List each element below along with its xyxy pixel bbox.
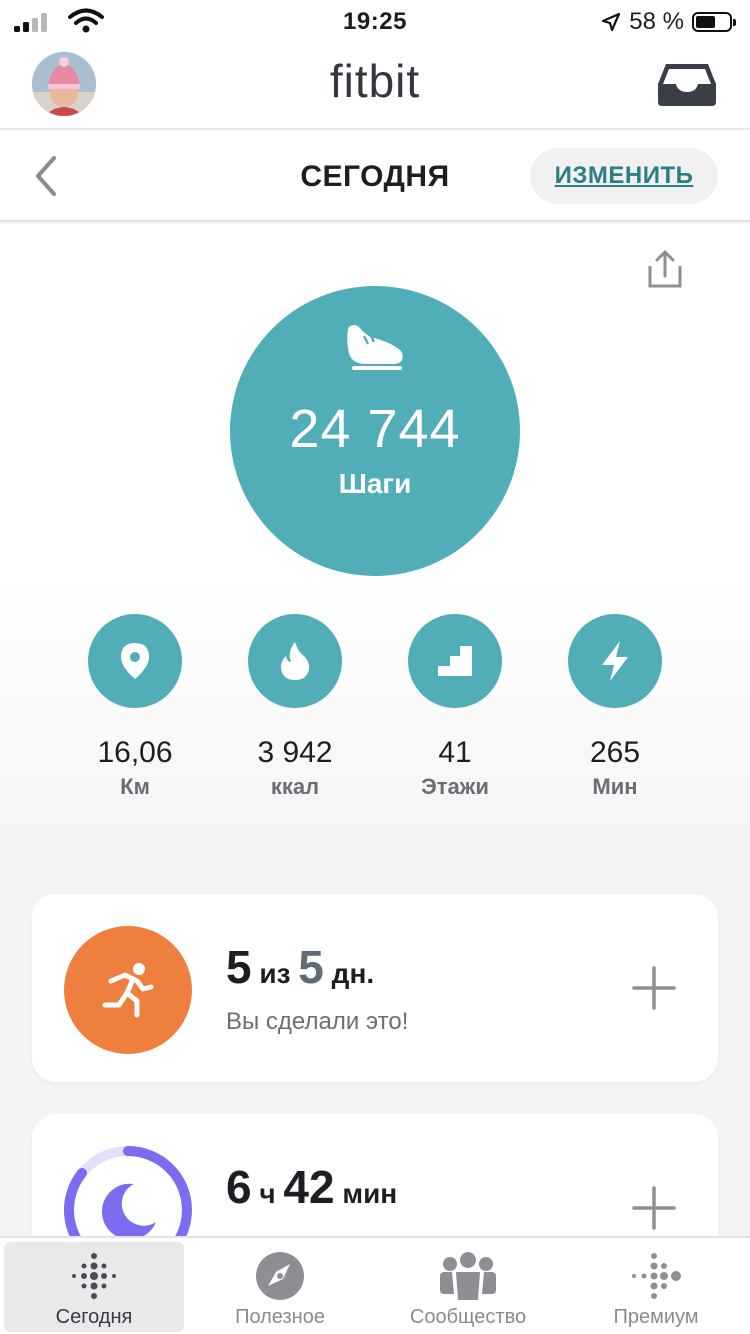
exercise-icon-circle [64, 926, 192, 1054]
stat-bubble [568, 614, 662, 708]
stairs-icon [438, 646, 472, 676]
tab-premium[interactable]: Премиум [566, 1242, 746, 1332]
app-logo: fitbit [329, 55, 421, 107]
shoe-icon [347, 325, 403, 370]
exercise-card[interactable]: 5 из 5 дн. Вы сделали это! [32, 894, 718, 1082]
location-arrow-icon [602, 12, 621, 32]
tab-label: Сообщество [409, 1306, 527, 1328]
stat-calories[interactable]: 3 942 ккал [225, 614, 365, 800]
stat-floors[interactable]: 41 Этажи [385, 614, 525, 800]
battery-percent: 58 % [629, 8, 684, 35]
location-pin-icon [121, 643, 149, 679]
stat-unit: Этажи [421, 774, 489, 799]
tab-icon-wrap [4, 1250, 184, 1302]
today-dots-icon [72, 1253, 116, 1299]
exercise-days: 5 из 5 дн. [226, 940, 374, 994]
status-right: 58 % [601, 8, 736, 36]
tab-label: Премиум [613, 1306, 699, 1328]
steps-circle[interactable]: 24 744 Шаги [230, 286, 520, 576]
stat-unit: Км [120, 774, 150, 799]
stat-value: 3 942 [257, 736, 333, 769]
sleep-minutes: 42 [283, 1161, 335, 1213]
today-summary: 24 744 Шаги 16,06 Км 3 942 ккал 41 Этажи [0, 224, 750, 864]
stat-bubble [88, 614, 182, 708]
stat-bubble [408, 614, 502, 708]
stat-active-minutes[interactable]: 265 Мин [545, 614, 685, 800]
exercise-of: из [259, 958, 291, 989]
tab-icon-wrap [378, 1250, 558, 1302]
sleep-hours-unit: ч [259, 1178, 276, 1209]
app-header: fitbit [0, 44, 750, 130]
community-icon [440, 1252, 496, 1300]
compass-icon [256, 1252, 304, 1300]
stat-bubble [248, 614, 342, 708]
subheader: СЕГОДНЯ ИЗМЕНИТЬ [0, 130, 750, 222]
stat-value: 265 [589, 736, 641, 769]
stat-unit: Мин [592, 774, 638, 799]
battery-icon [692, 12, 736, 32]
stat-unit: ккал [270, 774, 320, 799]
lightning-icon [602, 641, 628, 681]
tab-label: Сегодня [55, 1306, 133, 1328]
exercise-done: 5 [226, 941, 252, 993]
runner-icon [102, 963, 154, 1018]
tab-today[interactable]: Сегодня [4, 1242, 184, 1332]
inbox-icon[interactable] [656, 62, 718, 108]
add-sleep-plus-icon[interactable] [632, 1186, 676, 1230]
sleep-z-glyph: z [142, 1190, 151, 1210]
share-icon[interactable] [644, 248, 686, 290]
battery-fill [696, 16, 715, 28]
exercise-message: Вы сделали это! [226, 1008, 409, 1035]
premium-dots-icon [632, 1253, 681, 1299]
add-exercise-plus-icon[interactable] [632, 966, 676, 1010]
sleep-duration: 6 ч 42 мин [226, 1160, 397, 1214]
flame-icon [280, 642, 310, 680]
tab-community[interactable]: Сообщество [378, 1242, 558, 1332]
sleep-hours: 6 [226, 1161, 252, 1213]
tab-icon-wrap [566, 1250, 746, 1302]
exercise-unit: дн. [331, 958, 375, 989]
status-bar: 19:25 58 % [0, 0, 750, 44]
stat-distance[interactable]: 16,06 Км [65, 614, 205, 800]
exercise-goal: 5 [298, 941, 324, 993]
tab-bar: Сегодня Полезное Сообщество Премиум [0, 1236, 750, 1334]
steps-label: Шаги [338, 468, 412, 499]
tab-label: Полезное [235, 1306, 325, 1328]
tab-icon-wrap [190, 1250, 370, 1302]
tab-discover[interactable]: Полезное [190, 1242, 370, 1332]
edit-button[interactable]: ИЗМЕНИТЬ [530, 148, 718, 204]
stat-value: 16,06 [97, 736, 173, 769]
sleep-minutes-unit: мин [342, 1178, 398, 1209]
steps-value: 24 744 [289, 399, 461, 459]
stat-value: 41 [438, 736, 472, 769]
